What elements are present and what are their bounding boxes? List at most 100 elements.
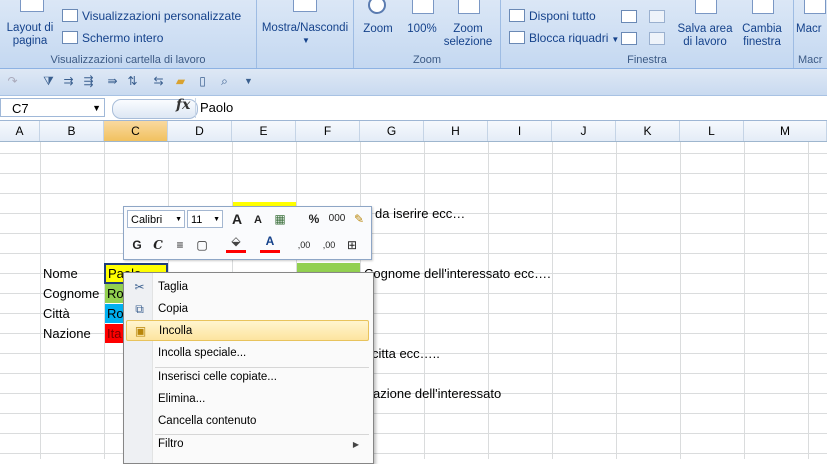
center-align-icon[interactable]: ≡	[170, 235, 190, 255]
column-header-c[interactable]: C	[104, 121, 168, 141]
italic-button[interactable]: C	[148, 235, 168, 255]
column-header-b[interactable]: B	[40, 121, 104, 141]
format-painter-icon[interactable]: ✎	[349, 209, 369, 229]
show-hide-button[interactable]: Mostra/Nascondi ▼	[261, 0, 349, 50]
cell-b7[interactable]: Nome	[43, 264, 78, 284]
delete-rows-icon[interactable]: ⇶	[82, 75, 95, 88]
cell-g7-note[interactable]: Cognome dell'interessato ecc….	[364, 264, 551, 284]
copy-icon: ⧉	[135, 302, 144, 316]
print-preview-icon[interactable]: ⌕	[218, 75, 231, 88]
insert-cells-icon[interactable]: ⇛	[106, 75, 119, 88]
column-header-g[interactable]: G	[360, 121, 424, 141]
menu-item-filter[interactable]: Filtro ▶	[126, 434, 369, 455]
custom-views-button[interactable]: Visualizzazioni personalizzate	[62, 9, 241, 23]
views-group-label: Visualizzazioni cartella di lavoro	[50, 54, 206, 66]
filter-icon[interactable]: ⧩	[42, 75, 55, 88]
font-color-icon[interactable]: A	[260, 233, 280, 253]
customize-qat-icon[interactable]: ▼	[242, 75, 255, 88]
merge-icon[interactable]: ⇆	[152, 75, 165, 88]
page-layout-button[interactable]: Layout di pagina	[4, 0, 56, 50]
name-box[interactable]: C7 ▼	[0, 98, 105, 117]
merge-center-icon[interactable]: ⊞	[342, 235, 362, 255]
menu-item-insert-copied[interactable]: Inserisci celle copiate...	[126, 367, 369, 388]
macro-group: Macr Macr	[794, 0, 827, 68]
cell-b10[interactable]: Nazione	[43, 324, 91, 344]
thousands-button[interactable]: 000	[325, 209, 349, 229]
zoom-label: Zoom	[363, 23, 393, 35]
new-document-icon[interactable]: ▯	[196, 75, 209, 88]
switch-windows-button[interactable]: Cambia finestra	[735, 0, 789, 50]
zoom-button[interactable]: Zoom	[356, 0, 400, 50]
cell-g11-note[interactable]: citta ecc…..	[372, 344, 440, 364]
name-box-chevron-icon[interactable]: ▼	[92, 99, 101, 118]
insert-function-button[interactable]: fx	[176, 97, 190, 113]
redo-icon[interactable]: ↷	[6, 75, 19, 88]
borders-icon[interactable]: ▢	[192, 235, 212, 255]
menu-item-paste-special[interactable]: Incolla speciale...	[126, 343, 369, 364]
zoom-100-label: 100%	[407, 23, 437, 35]
column-header-j[interactable]: J	[552, 121, 616, 141]
percent-button[interactable]: %	[304, 209, 324, 229]
insert-rows-icon[interactable]: ⇉	[62, 75, 75, 88]
font-name-select[interactable]: Calibri ▼	[127, 210, 185, 228]
increase-decimal-button[interactable]: ,00	[292, 235, 316, 255]
menu-item-clear-contents[interactable]: Cancella contenuto	[126, 411, 369, 432]
cell-b9[interactable]: Città	[43, 304, 70, 324]
column-header-a[interactable]: A	[0, 121, 40, 141]
column-header-f[interactable]: F	[296, 121, 360, 141]
arrange-all-button[interactable]: Disponi tutto	[509, 9, 596, 23]
font-name-value: Calibri	[131, 214, 163, 226]
currency-format-icon[interactable]: ▦	[270, 209, 290, 229]
freeze-panes-chevron-icon: ▼	[611, 35, 620, 44]
freeze-panes-icon	[509, 31, 525, 44]
column-header-k[interactable]: K	[616, 121, 680, 141]
menu-item-cut[interactable]: ✂ Taglia	[126, 277, 369, 298]
column-header-h[interactable]: H	[424, 121, 488, 141]
window-small-icon-2[interactable]	[621, 32, 637, 45]
folder-icon[interactable]: ▰	[174, 75, 187, 88]
grow-font-button[interactable]: A	[227, 209, 247, 229]
fill-color-icon[interactable]: ⬙	[226, 233, 246, 253]
save-workspace-button[interactable]: Salva area di lavoro	[675, 0, 735, 50]
full-screen-label: Schermo intero	[82, 31, 164, 45]
window-small-icon-3[interactable]	[649, 10, 665, 23]
menu-item-delete[interactable]: Elimina...	[126, 389, 369, 410]
column-header-l[interactable]: L	[680, 121, 744, 141]
font-size-select[interactable]: 11 ▼	[187, 210, 223, 228]
shrink-font-button[interactable]: A	[248, 210, 268, 230]
column-header-e[interactable]: E	[232, 121, 296, 141]
cell-g13-note[interactable]: azione dell'interessato	[373, 384, 501, 404]
formula-input[interactable]: Paolo	[200, 100, 233, 115]
cell-c10[interactable]: Ita	[107, 324, 123, 344]
column-header-i[interactable]: I	[488, 121, 552, 141]
zoom-group: Zoom 100% Zoom selezione Zoom	[354, 0, 501, 68]
show-hide-group: Mostra/Nascondi ▼	[257, 0, 354, 68]
cell-b8[interactable]: Cognome	[43, 284, 99, 304]
zoom-group-label: Zoom	[412, 54, 442, 66]
menu-item-insert-copied-label: Inserisci celle copiate...	[158, 371, 277, 383]
sort-icon[interactable]: ⇅	[126, 75, 139, 88]
zoom-selection-button[interactable]: Zoom selezione	[442, 0, 494, 50]
show-hide-chevron-icon: ▼	[302, 36, 310, 45]
column-header-d[interactable]: D	[168, 121, 232, 141]
cell-c8[interactable]: Ro	[107, 284, 123, 304]
cell-g4-note[interactable]: da iserire ecc…	[375, 204, 465, 224]
window-small-icon-4[interactable]	[649, 32, 665, 45]
column-header-m[interactable]: M	[744, 121, 827, 141]
zoom-100-button[interactable]: 100%	[402, 0, 442, 50]
window-small-icon-1[interactable]	[621, 10, 637, 23]
cell-c9[interactable]: Ro	[107, 304, 123, 324]
menu-item-filter-label: Filtro	[158, 438, 184, 450]
window-group-label: Finestra	[627, 54, 667, 66]
zoom-selection-icon	[458, 0, 480, 14]
bold-button[interactable]: G	[127, 235, 147, 255]
full-screen-button[interactable]: Schermo intero	[62, 31, 163, 45]
font-size-value: 11	[191, 214, 203, 226]
page-layout-label: Layout di pagina	[6, 22, 54, 47]
macros-button[interactable]: Macr	[796, 0, 827, 50]
macro-group-label: Macr	[798, 54, 823, 66]
menu-item-copy[interactable]: ⧉ Copia	[126, 299, 369, 320]
decrease-decimal-button[interactable]: ,00	[317, 235, 341, 255]
freeze-panes-button[interactable]: Blocca riquadri ▼	[509, 31, 619, 45]
menu-item-paste[interactable]: ▣ Incolla	[126, 320, 369, 341]
